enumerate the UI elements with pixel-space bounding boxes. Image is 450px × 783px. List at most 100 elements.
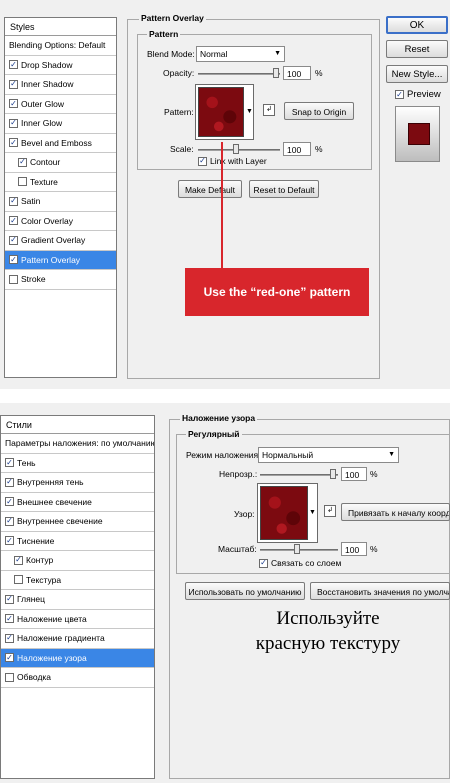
- style-item[interactable]: ✓ Pattern Overlay: [5, 250, 116, 270]
- checkbox-icon[interactable]: [9, 274, 18, 284]
- style-item[interactable]: ✓ Тиснение: [1, 532, 154, 551]
- style-item[interactable]: Blending Options: Default: [5, 36, 116, 56]
- new-style-button[interactable]: New Style...: [386, 65, 448, 83]
- style-item[interactable]: ✓ Bevel and Emboss: [5, 134, 116, 153]
- style-item[interactable]: Текстура: [1, 571, 154, 590]
- checkmark-icon[interactable]: ✓: [18, 157, 27, 167]
- preview-thumbnail: [395, 106, 440, 162]
- checkmark-icon[interactable]: ✓: [5, 653, 14, 663]
- checkbox-icon[interactable]: [14, 575, 23, 585]
- style-item[interactable]: ✓ Внутреннее свечение: [1, 512, 154, 532]
- style-item[interactable]: ✓ Внутренняя тень: [1, 473, 154, 493]
- checkmark-icon[interactable]: ✓: [5, 536, 14, 546]
- opacity-slider-ru[interactable]: [260, 474, 338, 476]
- opacity-slider-thumb-ru[interactable]: [330, 469, 336, 479]
- checkbox-icon[interactable]: [5, 672, 14, 682]
- style-item[interactable]: ✓ Drop Shadow: [5, 56, 116, 75]
- checkmark-icon: ✓: [395, 89, 404, 99]
- style-item[interactable]: ✓ Тень: [1, 454, 154, 473]
- ok-button[interactable]: OK: [386, 16, 448, 34]
- checkmark-icon[interactable]: ✓: [9, 235, 18, 245]
- blend-mode-label-ru: Режим наложения:: [186, 450, 261, 460]
- checkmark-icon[interactable]: ✓: [9, 138, 18, 148]
- style-item[interactable]: ✓ Контур: [1, 551, 154, 571]
- style-item[interactable]: ✓ Inner Shadow: [5, 75, 116, 95]
- link-with-layer-label-ru: Связать со слоем: [271, 558, 342, 568]
- opacity-percent-en: %: [315, 68, 323, 78]
- snap-to-origin-button-ru[interactable]: Привязать к началу коорди: [341, 503, 450, 521]
- blend-mode-select-en[interactable]: Normal ▼: [196, 46, 285, 62]
- style-item[interactable]: ✓ Satin: [5, 192, 116, 212]
- make-default-button-en[interactable]: Make Default: [178, 180, 242, 198]
- new-preset-icon[interactable]: ↲: [324, 505, 336, 517]
- pattern-swatch-ru[interactable]: [260, 486, 308, 540]
- style-item[interactable]: Stroke: [5, 270, 116, 290]
- style-item[interactable]: Обводка: [1, 668, 154, 688]
- checkbox-icon[interactable]: [18, 177, 27, 187]
- style-item[interactable]: ✓ Inner Glow: [5, 114, 116, 134]
- style-item-label: Pattern Overlay: [21, 254, 81, 265]
- style-item[interactable]: ✓ Наложение градиента: [1, 629, 154, 649]
- scale-slider-thumb-en[interactable]: [233, 144, 239, 154]
- make-default-button-ru[interactable]: Использовать по умолчанию: [185, 582, 305, 600]
- checkmark-icon[interactable]: ✓: [9, 99, 18, 109]
- checkmark-icon[interactable]: ✓: [5, 516, 14, 526]
- pattern-label-ru: Узор:: [234, 509, 255, 519]
- style-item[interactable]: ✓ Внешнее свечение: [1, 493, 154, 512]
- checkmark-icon[interactable]: ✓: [9, 196, 18, 206]
- style-item-label: Blending Options: Default: [9, 40, 106, 51]
- checkmark-icon[interactable]: ✓: [5, 497, 14, 507]
- style-item[interactable]: ✓ Color Overlay: [5, 212, 116, 231]
- reset-to-default-button-en[interactable]: Reset to Default: [249, 180, 319, 198]
- reset-button[interactable]: Reset: [386, 40, 448, 58]
- checkmark-icon[interactable]: ✓: [5, 594, 14, 604]
- style-item[interactable]: Texture: [5, 173, 116, 192]
- checkmark-icon[interactable]: ✓: [9, 118, 18, 128]
- style-item-label: Обводка: [17, 672, 52, 683]
- snap-to-origin-button-en[interactable]: Snap to Origin: [284, 102, 354, 120]
- scale-slider-en[interactable]: [198, 149, 280, 151]
- style-item[interactable]: Параметры наложения: по умолчанию: [1, 434, 154, 454]
- opacity-input-ru[interactable]: 100: [341, 467, 367, 481]
- scale-label-ru: Масштаб:: [218, 544, 257, 554]
- callout-box: Use the “red-one” pattern: [185, 268, 369, 316]
- checkmark-icon[interactable]: ✓: [9, 79, 18, 89]
- chevron-down-icon: ▼: [388, 451, 395, 458]
- pattern-swatch-en[interactable]: [198, 87, 244, 137]
- chevron-down-icon[interactable]: ▼: [246, 108, 253, 115]
- blend-mode-select-ru[interactable]: Нормальный ▼: [258, 447, 399, 463]
- style-item[interactable]: ✓ Gradient Overlay: [5, 231, 116, 251]
- checkmark-icon[interactable]: ✓: [9, 255, 18, 265]
- style-item[interactable]: ✓ Outer Glow: [5, 95, 116, 114]
- preview-checkbox[interactable]: ✓ Preview: [395, 89, 441, 100]
- opacity-slider-en[interactable]: [198, 73, 280, 75]
- new-preset-icon[interactable]: ↲: [263, 104, 275, 116]
- style-item-label: Внутреннее свечение: [17, 516, 103, 527]
- style-item[interactable]: ✓ Глянец: [1, 590, 154, 610]
- reset-to-default-button-ru[interactable]: Восстановить значения по умолча: [310, 582, 450, 600]
- style-item[interactable]: ✓ Наложение узора: [1, 648, 154, 668]
- scale-input-en[interactable]: 100: [283, 142, 311, 156]
- checkmark-icon[interactable]: ✓: [5, 458, 14, 468]
- checkmark-icon[interactable]: ✓: [14, 555, 23, 565]
- link-with-layer-checkbox-ru[interactable]: ✓ Связать со слоем: [259, 558, 341, 568]
- checkmark-icon[interactable]: ✓: [5, 477, 14, 487]
- style-item-label: Inner Glow: [21, 118, 63, 129]
- link-with-layer-checkbox-en[interactable]: ✓ Link with Layer: [198, 156, 267, 166]
- chevron-down-icon[interactable]: ▼: [309, 509, 316, 516]
- scale-slider-thumb-ru[interactable]: [294, 544, 300, 554]
- checkmark-icon: ✓: [198, 156, 207, 166]
- checkmark-icon[interactable]: ✓: [5, 614, 14, 624]
- opacity-slider-thumb-en[interactable]: [273, 68, 279, 78]
- style-item[interactable]: ✓ Наложение цвета: [1, 610, 154, 629]
- english-dialog: Styles Blending Options: Default ✓ Drop Sh…: [0, 0, 450, 389]
- checkmark-icon[interactable]: ✓: [5, 633, 14, 643]
- opacity-label-ru: Непрозр.:: [219, 469, 258, 479]
- scale-input-ru[interactable]: 100: [341, 542, 367, 556]
- checkmark-icon[interactable]: ✓: [9, 216, 18, 226]
- checkmark-icon[interactable]: ✓: [9, 60, 18, 70]
- opacity-input-en[interactable]: 100: [283, 66, 311, 80]
- checkmark-icon: ✓: [259, 558, 268, 568]
- style-item-label: Gradient Overlay: [21, 235, 86, 246]
- style-item[interactable]: ✓ Contour: [5, 153, 116, 173]
